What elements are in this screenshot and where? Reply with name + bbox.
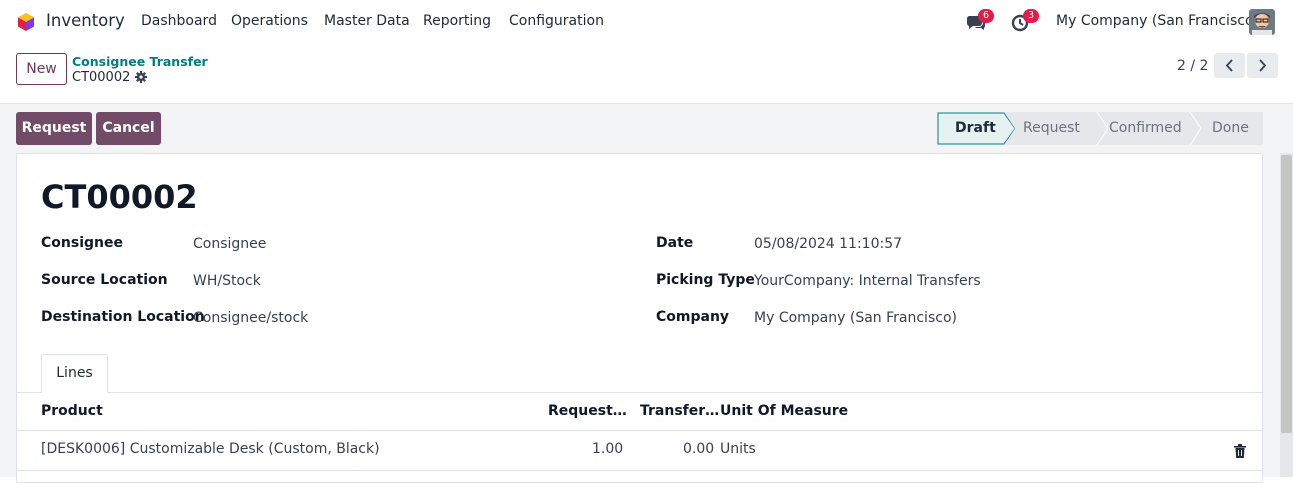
scrollbar-thumb[interactable] xyxy=(1281,155,1292,433)
picking-type-field[interactable]: YourCompany: Internal Transfers xyxy=(754,273,981,289)
user-avatar[interactable] xyxy=(1249,9,1275,35)
pager-value[interactable]: 2 / 2 xyxy=(1177,58,1208,74)
chevron-right-icon xyxy=(1259,59,1267,72)
messages-badge: 6 xyxy=(978,9,994,23)
breadcrumb-current: CT00002 xyxy=(72,70,131,85)
column-requested[interactable]: Request… xyxy=(548,403,627,419)
tabs-baseline xyxy=(17,392,1262,393)
new-button[interactable]: New xyxy=(16,53,67,85)
tab-lines[interactable]: Lines xyxy=(41,354,108,393)
company-switcher[interactable]: My Company (San Francisco) xyxy=(1056,13,1259,29)
menu-configuration[interactable]: Configuration xyxy=(509,13,604,29)
menu-operations[interactable]: Operations xyxy=(231,13,308,29)
inventory-app-icon[interactable] xyxy=(16,12,36,32)
messages-button[interactable]: 6 xyxy=(966,9,994,32)
pager-previous-button[interactable] xyxy=(1214,53,1245,78)
line-product[interactable]: [DESK0006] Customizable Desk (Custom, Bl… xyxy=(41,441,380,457)
trash-icon[interactable] xyxy=(1234,444,1246,458)
row-divider xyxy=(17,470,1262,471)
request-button[interactable]: Request xyxy=(16,112,92,145)
menu-reporting[interactable]: Reporting xyxy=(423,13,491,29)
record-title: CT00002 xyxy=(41,178,198,216)
destination-location-label: Destination Location xyxy=(41,309,205,325)
stage-request[interactable]: Request xyxy=(1023,120,1080,136)
stage-done[interactable]: Done xyxy=(1212,120,1249,136)
date-field[interactable]: 05/08/2024 11:10:57 xyxy=(754,236,902,252)
menu-master-data[interactable]: Master Data xyxy=(324,13,410,29)
chevron-left-icon xyxy=(1225,59,1233,72)
activities-badge: 3 xyxy=(1023,9,1039,23)
stage-draft[interactable]: Draft xyxy=(955,120,996,136)
pager-next-button[interactable] xyxy=(1247,53,1278,78)
company-field[interactable]: My Company (San Francisco) xyxy=(754,310,957,326)
top-navbar: Inventory Dashboard Operations Master Da… xyxy=(0,0,1293,44)
picking-type-label: Picking Type xyxy=(656,272,755,288)
destination-location-field[interactable]: Consignee/stock xyxy=(193,310,308,326)
column-unit-of-measure[interactable]: Unit Of Measure xyxy=(720,403,848,419)
menu-dashboard[interactable]: Dashboard xyxy=(141,13,217,29)
avatar-icon xyxy=(1249,9,1275,35)
line-uom[interactable]: Units xyxy=(720,441,756,457)
consignee-field[interactable]: Consignee xyxy=(193,236,266,252)
stage-confirmed[interactable]: Confirmed xyxy=(1109,120,1182,136)
cancel-button[interactable]: Cancel xyxy=(96,112,161,145)
gear-icon[interactable] xyxy=(135,71,147,83)
source-location-field[interactable]: WH/Stock xyxy=(193,273,261,289)
line-transferred[interactable]: 0.00 xyxy=(683,441,714,457)
consignee-label: Consignee xyxy=(41,235,123,251)
breadcrumb-parent[interactable]: Consignee Transfer xyxy=(72,54,208,69)
column-product[interactable]: Product xyxy=(41,403,103,419)
date-label: Date xyxy=(656,235,694,251)
app-name[interactable]: Inventory xyxy=(46,11,125,30)
header-divider xyxy=(17,430,1262,431)
source-location-label: Source Location xyxy=(41,272,168,288)
company-label: Company xyxy=(656,309,730,325)
column-transferred[interactable]: Transfer… xyxy=(640,403,719,419)
line-requested[interactable]: 1.00 xyxy=(592,441,623,457)
activities-button[interactable]: 3 xyxy=(1011,9,1039,32)
